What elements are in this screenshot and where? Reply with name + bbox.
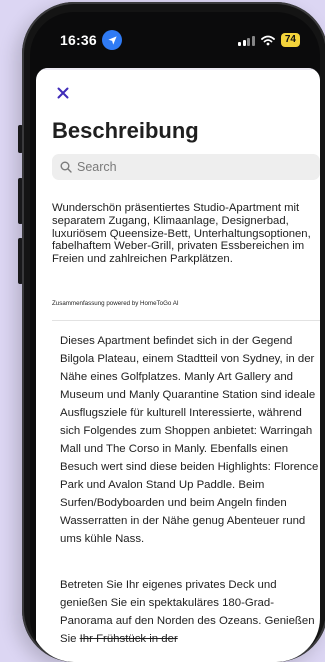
ai-summary-text: Wunderschön präsentiertes Studio-Apartme… xyxy=(52,202,311,266)
status-bar: 16:36 74 xyxy=(30,12,320,60)
page-title: Beschreibung xyxy=(52,118,199,143)
location-arrow-icon xyxy=(102,30,122,50)
search-input[interactable]: Search xyxy=(52,154,320,180)
ai-attribution: Zusammenfassung powered by HomeToGo AI xyxy=(52,300,179,307)
wifi-icon xyxy=(260,35,275,45)
status-time: 16:36 xyxy=(60,32,97,48)
section-divider xyxy=(52,320,320,321)
status-indicators: 74 xyxy=(238,33,300,47)
description-text-cut: Ihr Frühstück in der xyxy=(79,633,178,645)
cellular-signal-icon xyxy=(238,35,255,46)
description-sheet: Beschreibung Search Wunderschön präsenti… xyxy=(36,68,320,662)
description-paragraph: Dieses Apartment befindet sich in der Ge… xyxy=(60,335,319,545)
sheet-handle-area xyxy=(36,68,320,70)
description-paragraph-2: Betreten Sie Ihr eigenes privates Deck u… xyxy=(60,576,320,648)
close-icon[interactable] xyxy=(54,84,72,102)
battery-indicator: 74 xyxy=(280,33,300,47)
search-placeholder: Search xyxy=(77,160,117,174)
search-icon xyxy=(60,161,72,173)
phone-screen: 16:36 74 Beschreibung Search Wunderschön… xyxy=(30,12,320,662)
